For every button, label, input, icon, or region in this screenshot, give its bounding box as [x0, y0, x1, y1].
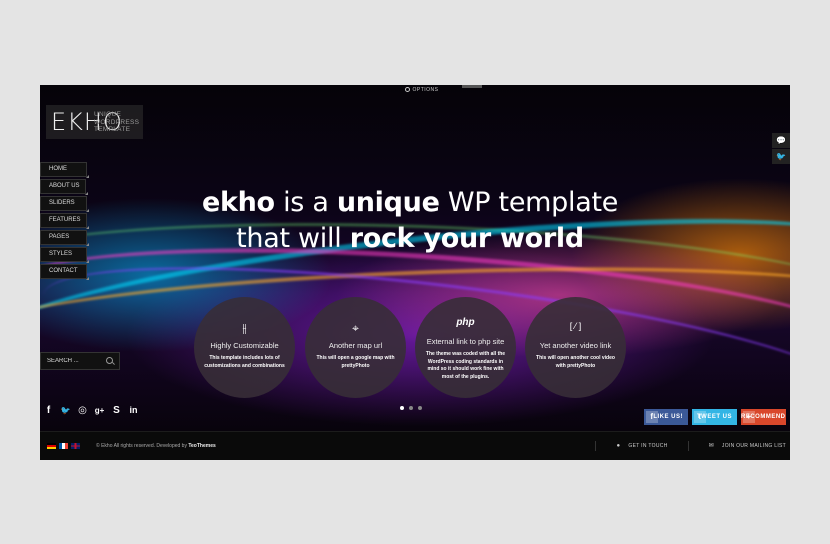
headline-line-1: ekho is a unique WP template — [170, 185, 650, 221]
php-icon: php — [456, 317, 475, 328]
nav-item-styles[interactable]: STYLES — [40, 247, 89, 263]
language-flags — [47, 443, 80, 449]
feature-text: This will open another cool video with p… — [536, 355, 615, 369]
skype-icon[interactable]: S — [110, 404, 123, 417]
feature-circles: ⫲ Highly Customizable This template incl… — [194, 297, 628, 399]
feature-circle[interactable]: [ ⁄ ] Yet another video link This will o… — [525, 297, 626, 398]
developer-link[interactable]: TeoThemes — [188, 443, 215, 449]
feature-title: Highly Customizable — [210, 341, 279, 350]
hero-headline: ekho is a unique WP template that will r… — [170, 185, 650, 257]
slider-dot[interactable] — [418, 406, 422, 410]
french-flag-icon[interactable] — [59, 443, 68, 449]
footer-links: ● GET IN TOUCH ✉ JOIN OUR MAILING LIST — [595, 441, 786, 451]
mailing-list-label: JOIN OUR MAILING LIST — [721, 443, 786, 449]
nav-item-features[interactable]: FEATURES — [40, 213, 89, 229]
google-plus-icon[interactable]: g+ — [93, 404, 106, 417]
headline-text: is a — [274, 187, 337, 218]
feature-text: This will open a google map with prettyP… — [316, 355, 395, 369]
divider — [595, 441, 597, 451]
feature-text: This template includes lots of customiza… — [204, 355, 285, 369]
german-flag-icon[interactable] — [47, 443, 56, 449]
slider-dot[interactable] — [400, 406, 404, 410]
feature-title: Yet another video link — [539, 341, 612, 350]
headline-text: rock your world — [349, 223, 585, 254]
recommend-button[interactable]: + RECOMMEND — [741, 409, 786, 425]
google-plus-icon: + — [743, 411, 755, 423]
copyright-text: © Ekho All rights reserved. Developed by — [96, 443, 189, 449]
headline-line-2: that will rock your world — [170, 221, 650, 257]
logo-tagline: UNIQUE WORDPRESS TEMPLATE — [94, 111, 140, 133]
copyright: © Ekho All rights reserved. Developed by… — [96, 442, 216, 451]
twitter-icon[interactable]: 🐦 — [59, 404, 72, 417]
location-pin-icon: ● — [616, 443, 621, 449]
linkedin-icon[interactable]: in — [127, 404, 140, 417]
twitter-icon: t — [694, 411, 706, 423]
facebook-icon: f — [646, 411, 658, 423]
gear-icon — [405, 87, 411, 92]
like-us-button[interactable]: f LIKE US! — [644, 409, 688, 425]
footer: © Ekho All rights reserved. Developed by… — [40, 431, 790, 460]
feature-title: External link to php site — [426, 337, 505, 346]
logo[interactable]: EKHO UNIQUE WORDPRESS TEMPLATE — [46, 105, 143, 139]
feature-text: The theme was coded with all the WordPre… — [425, 351, 506, 380]
twitter-icon[interactable]: 🐦 — [772, 149, 790, 164]
search-input[interactable] — [47, 353, 105, 369]
hero-background: OPTIONS EKHO UNIQUE WORDPRESS TEMPLATE H… — [40, 85, 790, 431]
options-toggle[interactable]: OPTIONS — [392, 85, 452, 95]
headline-text: ekho — [201, 187, 275, 218]
feature-title: Another map url — [328, 341, 383, 350]
get-in-touch-link[interactable]: ● GET IN TOUCH — [616, 441, 667, 451]
slider-dot[interactable] — [409, 406, 413, 410]
mailing-list-link[interactable]: ✉ JOIN OUR MAILING LIST — [709, 441, 786, 451]
headline-text: that will — [236, 223, 350, 254]
feature-circle[interactable]: ⌖ Another map url This will open a googl… — [305, 297, 406, 398]
social-icons: f 🐦 ◎ g+ S in — [42, 404, 140, 417]
envelope-icon: ✉ — [708, 443, 714, 449]
search-icon[interactable] — [106, 357, 113, 364]
feature-circle[interactable]: ⫲ Highly Customizable This template incl… — [194, 297, 295, 398]
main-nav: HOME ABOUT US SLIDERS FEATURES PAGES STY… — [40, 162, 89, 281]
facebook-icon[interactable]: f — [42, 404, 55, 417]
map-pin-icon: ⌖ — [352, 321, 359, 335]
share-buttons: f LIKE US! t TWEET US + RECOMMEND — [644, 409, 786, 425]
slider-dots — [400, 406, 422, 410]
dribbble-icon[interactable]: ◎ — [76, 404, 89, 417]
nav-item-home[interactable]: HOME — [40, 162, 89, 178]
search-box — [40, 352, 120, 370]
feature-circle[interactable]: php External link to php site The theme … — [415, 297, 516, 398]
side-icons: 💬 🐦 — [772, 133, 790, 165]
sliders-icon: ⫲ — [242, 321, 247, 335]
nav-item-sliders[interactable]: SLIDERS — [40, 196, 89, 212]
uk-flag-icon[interactable] — [71, 443, 80, 449]
video-link-icon: [ ⁄ ] — [569, 321, 582, 331]
options-label: OPTIONS — [412, 87, 439, 93]
headline-text: WP template — [439, 187, 619, 218]
nav-item-about-us[interactable]: ABOUT US — [40, 179, 88, 195]
nav-item-pages[interactable]: PAGES — [40, 230, 89, 246]
headline-text: unique — [336, 187, 440, 218]
nav-item-contact[interactable]: CONTACT — [40, 264, 89, 280]
site-frame: OPTIONS EKHO UNIQUE WORDPRESS TEMPLATE H… — [40, 85, 790, 460]
chat-icon[interactable]: 💬 — [772, 133, 790, 148]
divider — [687, 441, 689, 451]
options-tab[interactable] — [462, 85, 482, 88]
get-in-touch-label: GET IN TOUCH — [628, 443, 668, 449]
tweet-us-button[interactable]: t TWEET US — [692, 409, 737, 425]
